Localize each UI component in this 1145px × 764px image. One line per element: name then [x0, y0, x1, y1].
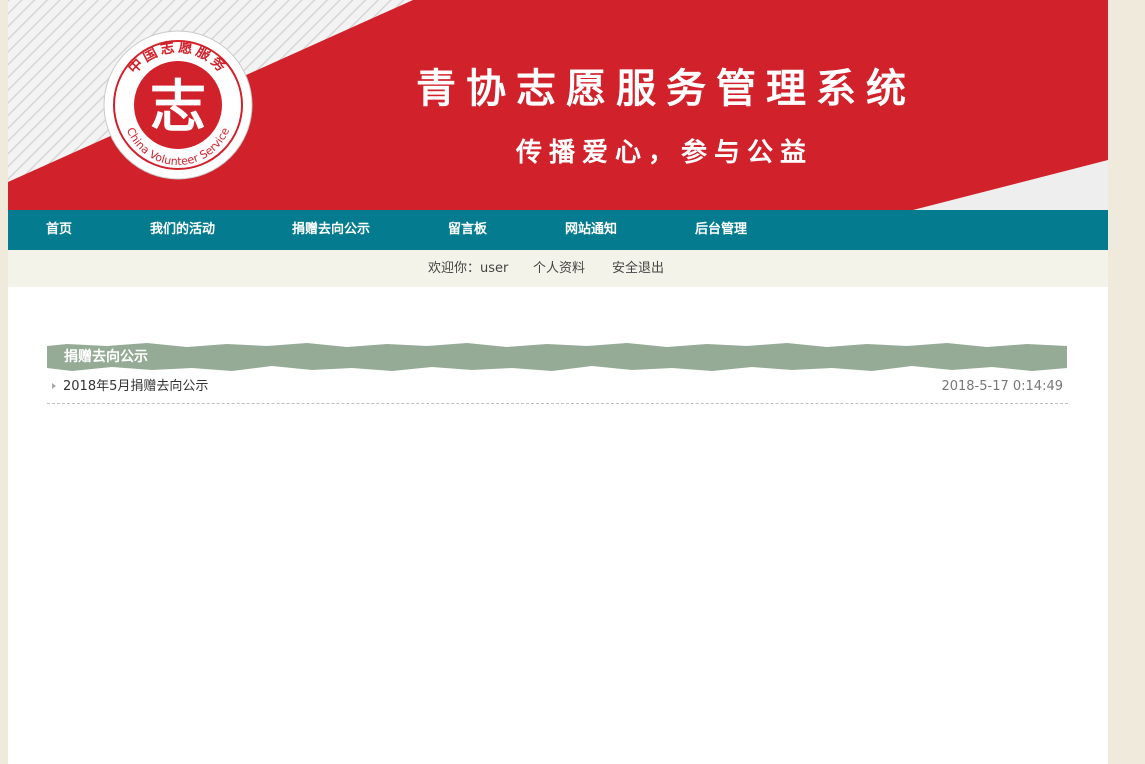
site-slogan: 传播爱心，参与公益: [516, 138, 814, 168]
volunteer-logo: 中国志愿服务 China Volunteer Service 志: [103, 30, 253, 180]
profile-link[interactable]: 个人资料: [533, 250, 585, 287]
section-title: 捐赠去向公示: [64, 349, 148, 365]
page: 中国志愿服务 China Volunteer Service 志 青协志愿服务管…: [8, 0, 1108, 764]
section-header: 捐赠去向公示: [47, 342, 1067, 372]
donations-section: 捐赠去向公示 2018年5月捐赠去向公示 2018-5-17 0:14:49: [47, 342, 1068, 404]
nav-home[interactable]: 首页: [46, 210, 72, 250]
nav-notices[interactable]: 网站通知: [565, 210, 617, 250]
nav-admin[interactable]: 后台管理: [695, 210, 747, 250]
logout-link[interactable]: 安全退出: [612, 250, 664, 287]
nav-donations[interactable]: 捐赠去向公示: [292, 210, 370, 250]
user-bar: 欢迎你：user 个人资料 安全退出: [8, 250, 1108, 287]
main-nav: 首页 我们的活动 捐赠去向公示 留言板 网站通知 后台管理: [8, 210, 1108, 250]
section-header-background: [47, 342, 1067, 372]
bullet-icon: [52, 383, 56, 389]
list-item: 2018年5月捐赠去向公示 2018-5-17 0:14:49: [47, 372, 1068, 404]
welcome-text: 欢迎你：user: [428, 261, 509, 276]
list-item-date: 2018-5-17 0:14:49: [941, 379, 1063, 394]
site-banner: 中国志愿服务 China Volunteer Service 志 青协志愿服务管…: [8, 0, 1108, 210]
list-item-title[interactable]: 2018年5月捐赠去向公示: [63, 372, 208, 401]
svg-text:志: 志: [150, 75, 206, 140]
nav-activities[interactable]: 我们的活动: [150, 210, 215, 250]
site-title: 青协志愿服务管理系统: [416, 66, 916, 112]
nav-messages[interactable]: 留言板: [448, 210, 487, 250]
